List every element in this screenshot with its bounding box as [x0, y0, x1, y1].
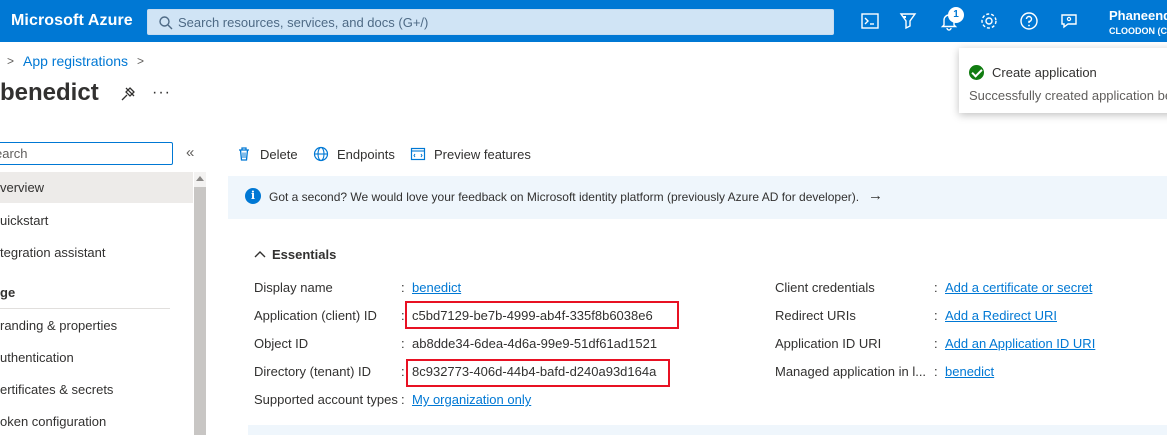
essentials-key: Application (client) ID [254, 308, 377, 323]
nav-item-certificates-secrets[interactable]: ertificates & secrets [0, 374, 193, 405]
settings-icon[interactable] [979, 11, 999, 31]
essentials-colon: : [934, 280, 938, 295]
essentials-colon: : [934, 308, 938, 323]
search-icon [159, 16, 173, 30]
nav-item-token-configuration[interactable]: oken configuration [0, 406, 193, 435]
highlight-box [405, 301, 679, 329]
essentials-key: Supported account types [254, 392, 398, 407]
feedback-icon[interactable] [1059, 11, 1079, 31]
trash-icon [239, 147, 249, 161]
nav-item-branding-properties[interactable]: randing & properties [0, 310, 193, 341]
essentials-colon: : [934, 364, 938, 379]
delete-button[interactable]: Delete [236, 144, 298, 164]
global-search-box[interactable]: Search resources, services, and docs (G+… [147, 9, 834, 35]
feedback-banner-text: Got a second? We would love your feedbac… [269, 190, 860, 204]
delete-button-label: Delete [260, 146, 298, 162]
managed-application-link[interactable]: benedict [945, 364, 994, 379]
highlight-box [406, 359, 670, 387]
nav-search-input[interactable]: earch [0, 142, 173, 165]
brand-logo-text[interactable]: Microsoft Azure [11, 12, 133, 30]
breadcrumb-separator-icon: > [7, 54, 15, 68]
nav-section-manage: ge [0, 285, 16, 300]
nav-search-placeholder: earch [0, 146, 28, 161]
help-icon[interactable] [1019, 11, 1039, 31]
chevron-up-icon [254, 247, 266, 262]
client-credentials-link[interactable]: Add a certificate or secret [945, 280, 1092, 295]
arrow-right-icon[interactable]: → [868, 187, 883, 204]
collapse-nav-icon[interactable]: « [186, 144, 194, 161]
more-options-icon[interactable]: ··· [152, 84, 171, 102]
essentials-key: Directory (tenant) ID [254, 364, 372, 379]
essentials-key: Managed application in l... [775, 364, 927, 379]
page-title: benedict [0, 79, 99, 106]
notification-count-badge: 1 [948, 7, 964, 23]
globe-icon [313, 146, 329, 162]
endpoints-button-label: Endpoints [337, 146, 395, 162]
essentials-key: Client credentials [775, 280, 875, 295]
success-check-icon [969, 65, 984, 80]
essentials-toggle[interactable]: Essentials [254, 247, 336, 262]
breadcrumb-app-registrations[interactable]: App registrations [23, 53, 128, 69]
display-name-link[interactable]: benedict [412, 280, 461, 295]
essentials-colon: : [401, 364, 405, 379]
application-id-uri-link[interactable]: Add an Application ID URI [945, 336, 1095, 351]
essentials-key: Object ID [254, 336, 309, 351]
scroll-up-arrow-icon[interactable] [196, 176, 204, 181]
nav-item-authentication[interactable]: uthentication [0, 342, 193, 373]
endpoints-button[interactable]: Endpoints [313, 144, 395, 164]
pin-icon[interactable] [120, 86, 136, 102]
next-section-strip [248, 425, 1167, 435]
essentials-key: Application ID URI [775, 336, 882, 351]
preview-features-button[interactable]: Preview features [410, 144, 531, 164]
redirect-uris-link[interactable]: Add a Redirect URI [945, 308, 1057, 323]
user-tenant[interactable]: CLOODON (C [1109, 26, 1167, 36]
essentials-title: Essentials [272, 247, 337, 262]
user-name[interactable]: Phaneend [1109, 8, 1167, 23]
essentials-colon: : [934, 336, 938, 351]
essentials-colon: : [401, 280, 405, 295]
nav-item-overview[interactable]: verview [0, 172, 193, 203]
feedback-banner[interactable]: i Got a second? We would love your feedb… [228, 176, 1167, 219]
nav-divider [0, 308, 170, 309]
essentials-colon: : [401, 336, 405, 351]
directory-filter-icon[interactable] [898, 11, 918, 31]
preview-features-icon [410, 147, 426, 161]
nav-scrollbar-thumb[interactable] [194, 187, 206, 435]
toast-title: Create application [992, 65, 1097, 80]
nav-item-quickstart[interactable]: uickstart [0, 205, 193, 236]
essentials-colon: : [401, 392, 405, 407]
object-id[interactable]: ab8dde34-6dea-4d6a-99e9-51df61ad1521 [412, 336, 657, 351]
breadcrumb-separator-icon: > [137, 54, 145, 68]
global-search-placeholder: Search resources, services, and docs (G+… [178, 15, 429, 30]
cloud-shell-icon[interactable] [860, 11, 880, 31]
toast-notification[interactable]: Create application Successfully created … [959, 48, 1167, 113]
preview-features-button-label: Preview features [434, 146, 531, 162]
nav-item-integration-assistant[interactable]: tegration assistant [0, 237, 193, 268]
info-icon: i [245, 188, 261, 204]
supported-account-types-link[interactable]: My organization only [412, 392, 531, 407]
toast-body: Successfully created application be [969, 88, 1167, 103]
essentials-key: Display name [254, 280, 333, 295]
top-bar: Microsoft Azure Search resources, servic… [0, 0, 1167, 42]
essentials-key: Redirect URIs [775, 308, 856, 323]
